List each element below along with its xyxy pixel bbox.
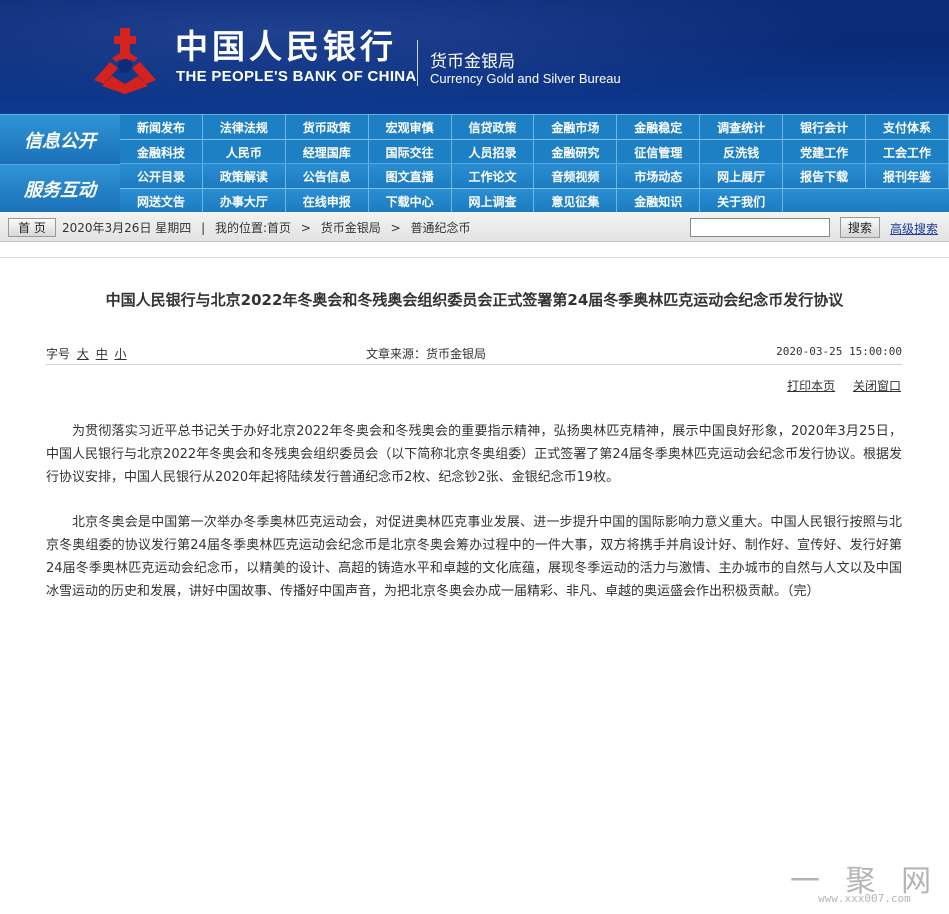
nav-item[interactable]: 关于我们 <box>700 189 784 213</box>
nav-item[interactable]: 报刊年鉴 <box>866 164 949 188</box>
nav-item[interactable]: 公开目录 <box>120 164 203 188</box>
nav-item[interactable]: 图文直播 <box>369 164 452 188</box>
nav-item[interactable]: 工会工作 <box>866 140 949 164</box>
breadcrumb-home-link[interactable]: 我的位置:首页 <box>215 221 291 235</box>
search-input[interactable] <box>690 218 830 237</box>
nav-item[interactable]: 新闻发布 <box>120 115 203 139</box>
font-size-label: 字号 <box>46 347 71 361</box>
bank-name-en: THE PEOPLE'S BANK OF CHINA <box>176 68 417 85</box>
article-date: 2020-03-25 15:00:00 <box>776 345 902 358</box>
print-page-link[interactable]: 打印本页 <box>787 379 835 393</box>
nav-item[interactable]: 银行会计 <box>783 115 867 139</box>
watermark-url: www.xxx007.com <box>818 892 911 905</box>
article-source: 文章来源：货币金银局 <box>366 347 487 361</box>
article-paragraph-2: 北京冬奥会是中国第一次举办冬季奥林匹克运动会，对促进奥林匹克事业发展、进一步提升… <box>46 515 902 599</box>
header-banner: 中国人民银行 THE PEOPLE'S BANK OF CHINA 货币金银局 … <box>0 0 949 114</box>
close-window-link[interactable]: 关闭窗口 <box>853 379 901 393</box>
nav-item[interactable]: 金融市场 <box>534 115 618 139</box>
nav-item[interactable]: 网上调查 <box>452 189 535 213</box>
header-divider <box>417 40 418 86</box>
nav-item[interactable]: 信贷政策 <box>452 115 535 139</box>
nav-item[interactable]: 调查统计 <box>700 115 784 139</box>
breadcrumb-bureau-link[interactable]: 货币金银局 <box>321 221 381 235</box>
nav-item[interactable]: 下载中心 <box>369 189 452 213</box>
nav-item[interactable]: 经理国库 <box>286 140 369 164</box>
nav-item[interactable]: 在线申报 <box>286 189 369 213</box>
nav-label-info: 信息公开 <box>0 115 120 164</box>
nav-item[interactable]: 金融知识 <box>617 189 701 213</box>
bureau-name-cn: 货币金银局 <box>430 52 515 72</box>
nav-row-4: 网送文告 办事大厅 在线申报 下载中心 网上调查 意见征集 金融知识 关于我们 <box>120 189 949 213</box>
article-tools: 打印本页 关闭窗口 <box>773 377 901 394</box>
nav-item[interactable]: 公告信息 <box>286 164 369 188</box>
nav-item[interactable]: 金融科技 <box>120 140 203 164</box>
nav-item[interactable]: 网上展厅 <box>700 164 784 188</box>
font-size-large[interactable]: 大 <box>77 347 89 361</box>
font-size-small[interactable]: 小 <box>115 347 127 361</box>
nav-label-service: 服务互动 <box>0 164 120 213</box>
nav-row-3: 公开目录 政策解读 公告信息 图文直播 工作论文 音频视频 市场动态 网上展厅 报告下载 报刊年鉴 <box>120 164 949 188</box>
article-paragraph-1: 为贯彻落实习近平总书记关于办好北京2022年冬奥会和冬残奥会的重要指示精神，弘扬… <box>46 424 902 485</box>
breadcrumb-arrow: > <box>390 221 401 235</box>
breadcrumb-arrow: > <box>300 221 311 235</box>
nav-item[interactable]: 意见征集 <box>534 189 618 213</box>
nav-item[interactable]: 反洗钱 <box>700 140 784 164</box>
nav-item[interactable]: 工作论文 <box>452 164 535 188</box>
breadcrumb-separator: | <box>201 221 206 235</box>
pboc-logo-icon <box>94 28 156 94</box>
font-size-medium[interactable]: 中 <box>96 347 108 361</box>
nav-item[interactable]: 人员招录 <box>452 140 535 164</box>
bureau-name-en: Currency Gold and Silver Bureau <box>430 71 621 86</box>
main-nav: 信息公开 服务互动 新闻发布 法律法规 货币政策 宏观审慎 信贷政策 金融市场 金融稳定 调查… <box>0 114 949 213</box>
article-title: 中国人民银行与北京2022年冬奥会和冬残奥会组织委员会正式签署第24届冬季奥林匹… <box>105 291 844 309</box>
nav-item[interactable]: 人民币 <box>203 140 286 164</box>
nav-item[interactable]: 支付体系 <box>866 115 949 139</box>
nav-item[interactable]: 网送文告 <box>120 189 203 213</box>
nav-item[interactable]: 法律法规 <box>203 115 286 139</box>
nav-item[interactable]: 货币政策 <box>286 115 369 139</box>
nav-item[interactable]: 报告下载 <box>783 164 867 188</box>
nav-item[interactable]: 征信管理 <box>617 140 701 164</box>
nav-row-2: 金融科技 人民币 经理国库 国际交往 人员招录 金融研究 征信管理 反洗钱 党建工作 工会工作 <box>120 140 949 164</box>
search-button[interactable]: 搜索 <box>840 217 880 238</box>
nav-item[interactable]: 国际交往 <box>369 140 452 164</box>
advanced-search-link[interactable]: 高级搜索 <box>890 220 938 237</box>
article-meta: 字号 大 中 小 文章来源：货币金银局 2020-03-25 15:00:00 <box>46 342 902 362</box>
nav-item[interactable]: 办事大厅 <box>203 189 286 213</box>
nav-item[interactable]: 音频视频 <box>534 164 618 188</box>
breadcrumb: 2020年3月26日 星期四 | 我的位置:首页 > 货币金银局 > 普通纪念币 <box>62 219 476 236</box>
font-size-controls: 字号 大 中 小 <box>46 345 127 362</box>
nav-row-1: 新闻发布 法律法规 货币政策 宏观审慎 信贷政策 金融市场 金融稳定 调查统计 银行会计 支付体系 <box>120 115 949 139</box>
breadcrumb-bar: 首 页 2020年3月26日 星期四 | 我的位置:首页 > 货币金银局 > 普… <box>0 212 949 242</box>
nav-item[interactable]: 金融研究 <box>534 140 618 164</box>
nav-item[interactable]: 宏观审慎 <box>369 115 452 139</box>
nav-item[interactable]: 党建工作 <box>783 140 867 164</box>
site-watermark: 一 聚 网 www.xxx007.com <box>780 858 949 914</box>
home-button[interactable]: 首 页 <box>8 218 56 237</box>
nav-item[interactable]: 政策解读 <box>203 164 286 188</box>
nav-item[interactable]: 市场动态 <box>617 164 701 188</box>
bank-name-cn: 中国人民银行 <box>175 27 397 66</box>
breadcrumb-current[interactable]: 普通纪念币 <box>410 221 470 235</box>
nav-item[interactable]: 金融稳定 <box>617 115 701 139</box>
current-date: 2020年3月26日 星期四 <box>62 221 192 235</box>
meta-divider <box>46 364 902 365</box>
article-area: 中国人民银行与北京2022年冬奥会和冬残奥会组织委员会正式签署第24届冬季奥林匹… <box>0 257 949 905</box>
